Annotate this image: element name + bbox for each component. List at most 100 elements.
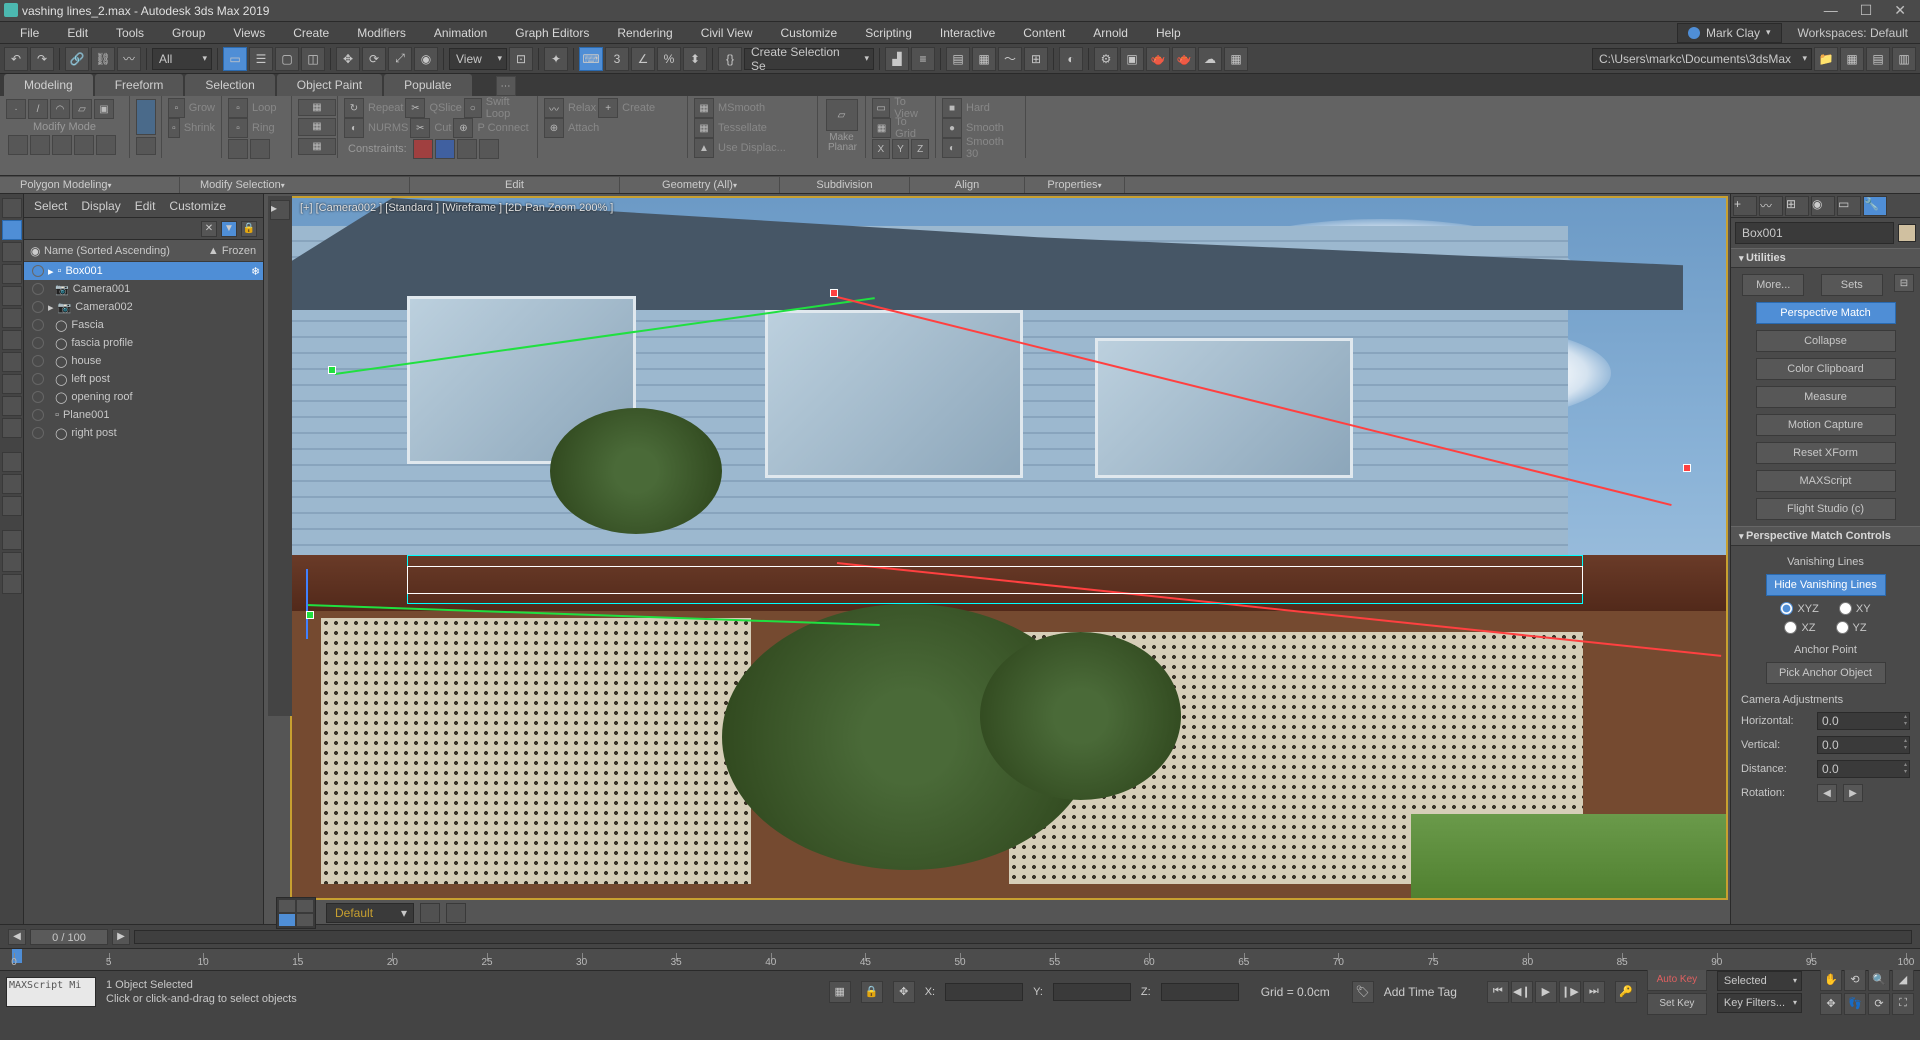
cp-tab-hierarchy[interactable]: ⊞ [1785, 196, 1809, 216]
attach-button[interactable]: ⊕Attach [544, 119, 599, 137]
smooth30-button[interactable]: ◐Smooth 30 [942, 139, 1019, 157]
qslice-button[interactable]: ✂QSlice [405, 99, 461, 117]
edit-icon-1[interactable]: ▦ [298, 99, 336, 116]
menu-views[interactable]: Views [221, 23, 277, 43]
strip-cameras-button[interactable] [2, 308, 22, 328]
strip-bones-button[interactable] [2, 418, 22, 438]
curve-editor-button[interactable]: 〜 [998, 47, 1022, 71]
viewport-layout-preset[interactable]: Default [326, 903, 414, 923]
select-by-name-button[interactable]: ☰ [249, 47, 273, 71]
to-grid-button[interactable]: ▦To Grid [872, 119, 929, 137]
key-filters-button[interactable]: Key Filters... [1717, 993, 1802, 1013]
time-prev-key[interactable]: ◀ [8, 929, 26, 945]
preview-toggle[interactable] [136, 99, 156, 135]
select-scale-button[interactable]: ⤢ [388, 47, 412, 71]
scene-item-camera002[interactable]: ▸📷Camera002 [24, 298, 263, 316]
viewport-layout-thumbnail[interactable] [276, 897, 316, 929]
poly-vertex-button[interactable]: · [6, 99, 26, 119]
selected-object-name[interactable]: Box001 [1735, 222, 1894, 244]
cp-tab-create[interactable]: + [1733, 196, 1757, 216]
select-place-button[interactable]: ◉ [414, 47, 438, 71]
vp-expand-button[interactable]: ▸ [270, 200, 290, 220]
render-iterative-button[interactable]: 🫖 [1172, 47, 1196, 71]
goto-start-button[interactable]: ⏮ [1487, 981, 1509, 1003]
scene-tab-select[interactable]: Select [34, 199, 67, 213]
bind-spacewarp-button[interactable]: 〰 [117, 47, 141, 71]
user-account[interactable]: Mark Clay ▾ [1677, 23, 1782, 43]
swiftloop-button[interactable]: ○Swift Loop [464, 99, 531, 117]
scene-item-house[interactable]: ◯house [24, 352, 263, 370]
strip-filter1-button[interactable] [2, 530, 22, 550]
maximize-button[interactable]: ☐ [1860, 2, 1873, 19]
preview-mode[interactable] [136, 137, 156, 155]
menu-content[interactable]: Content [1011, 23, 1077, 43]
unlink-button[interactable]: ⛓ [91, 47, 115, 71]
menu-rendering[interactable]: Rendering [605, 23, 684, 43]
axis-z[interactable]: Z [911, 139, 929, 159]
so-btn-1[interactable] [8, 135, 28, 155]
nav-truck-button[interactable]: ✥ [1820, 993, 1842, 1015]
scene-item-opening-roof[interactable]: ◯opening roof [24, 388, 263, 406]
goto-end-button[interactable]: ⏭ [1583, 981, 1605, 1003]
open-a360-button[interactable]: ▦ [1224, 47, 1248, 71]
nav-dolly-button[interactable]: 🔍 [1868, 969, 1890, 991]
menu-file[interactable]: File [8, 23, 51, 43]
strip-xrefs-button[interactable] [2, 396, 22, 416]
reference-coord[interactable]: View [449, 48, 507, 70]
menu-help[interactable]: Help [1144, 23, 1193, 43]
strip-lights-button[interactable] [2, 286, 22, 306]
schematic-view-button[interactable]: ⊞ [1024, 47, 1048, 71]
menu-animation[interactable]: Animation [422, 23, 499, 43]
rfoot-align[interactable]: Align [910, 177, 1025, 193]
named-sel-sets-button[interactable]: {} [718, 47, 742, 71]
menu-create[interactable]: Create [281, 23, 341, 43]
select-object-button[interactable]: ▭ [223, 47, 247, 71]
rfoot-modify-selection[interactable]: Modify Selection [180, 177, 410, 193]
relax-button[interactable]: 〰Relax [544, 99, 596, 117]
poly-element-button[interactable]: ▣ [94, 99, 114, 119]
use-displace-button[interactable]: ▲Use Displac... [694, 139, 811, 157]
nav-pan-button[interactable]: ✋ [1820, 969, 1842, 991]
cp-tab-utilities[interactable]: 🔧 [1863, 196, 1887, 216]
named-selection-dropdown[interactable]: Create Selection Se [744, 48, 874, 70]
isolate-selection-button[interactable]: ▦ [829, 981, 851, 1003]
radio-xyz[interactable]: XYZ [1780, 602, 1818, 615]
hard-button[interactable]: ■Hard [942, 99, 1019, 117]
util-flight-studio[interactable]: Flight Studio (c) [1756, 498, 1896, 520]
spinner-snap-toggle[interactable]: ⬍ [683, 47, 707, 71]
minimize-button[interactable]: — [1824, 2, 1838, 19]
close-button[interactable]: ✕ [1894, 2, 1906, 19]
select-manipulate-button[interactable]: ✦ [544, 47, 568, 71]
rendered-frame-button[interactable]: ▣ [1120, 47, 1144, 71]
viewport[interactable]: [+] [Camera002 ] [Standard ] [Wireframe … [290, 196, 1728, 900]
workspaces-selector[interactable]: Workspaces: Default [1786, 24, 1920, 42]
project-path-field[interactable]: C:\Users\markc\Documents\3dsMax [1592, 48, 1812, 70]
so-btn-3[interactable] [52, 135, 72, 155]
nurms-button[interactable]: ◐NURMS [344, 119, 408, 137]
cp-tab-modify[interactable]: 〰 [1759, 196, 1783, 216]
util-color-clipboard[interactable]: Color Clipboard [1756, 358, 1896, 380]
layout-btn-2[interactable] [446, 903, 466, 923]
util-collapse[interactable]: Collapse [1756, 330, 1896, 352]
align-button[interactable]: ≡ [911, 47, 935, 71]
poly-border-button[interactable]: ◠ [50, 99, 70, 119]
poly-edge-button[interactable]: / [28, 99, 48, 119]
project-btn-3[interactable]: ▤ [1866, 47, 1890, 71]
mirror-button[interactable]: ▟ [885, 47, 909, 71]
scene-item-fascia-profile[interactable]: ◯fascia profile [24, 334, 263, 352]
scene-close-icon[interactable]: ✕ [201, 221, 217, 237]
so-btn-2[interactable] [30, 135, 50, 155]
snaps-toggle[interactable]: 3 [605, 47, 629, 71]
scene-lock-icon[interactable]: 🔒 [241, 221, 257, 237]
distance-spinner[interactable]: 0.0 [1817, 760, 1910, 778]
util-measure[interactable]: Measure [1756, 386, 1896, 408]
scene-header[interactable]: ◉ Name (Sorted Ascending) ▲ Frozen [24, 240, 263, 262]
nav-walk-button[interactable]: 👣 [1844, 993, 1866, 1015]
absolute-transform-button[interactable]: ✥ [893, 981, 915, 1003]
strip-world-button[interactable] [2, 198, 22, 218]
msmooth-button[interactable]: ▦MSmooth [694, 99, 811, 117]
render-in-cloud-button[interactable]: ☁ [1198, 47, 1222, 71]
scene-item-box001[interactable]: ▸▫Box001❄ [24, 262, 263, 280]
radio-xz[interactable]: XZ [1784, 621, 1815, 634]
rfoot-properties[interactable]: Properties [1025, 177, 1125, 193]
